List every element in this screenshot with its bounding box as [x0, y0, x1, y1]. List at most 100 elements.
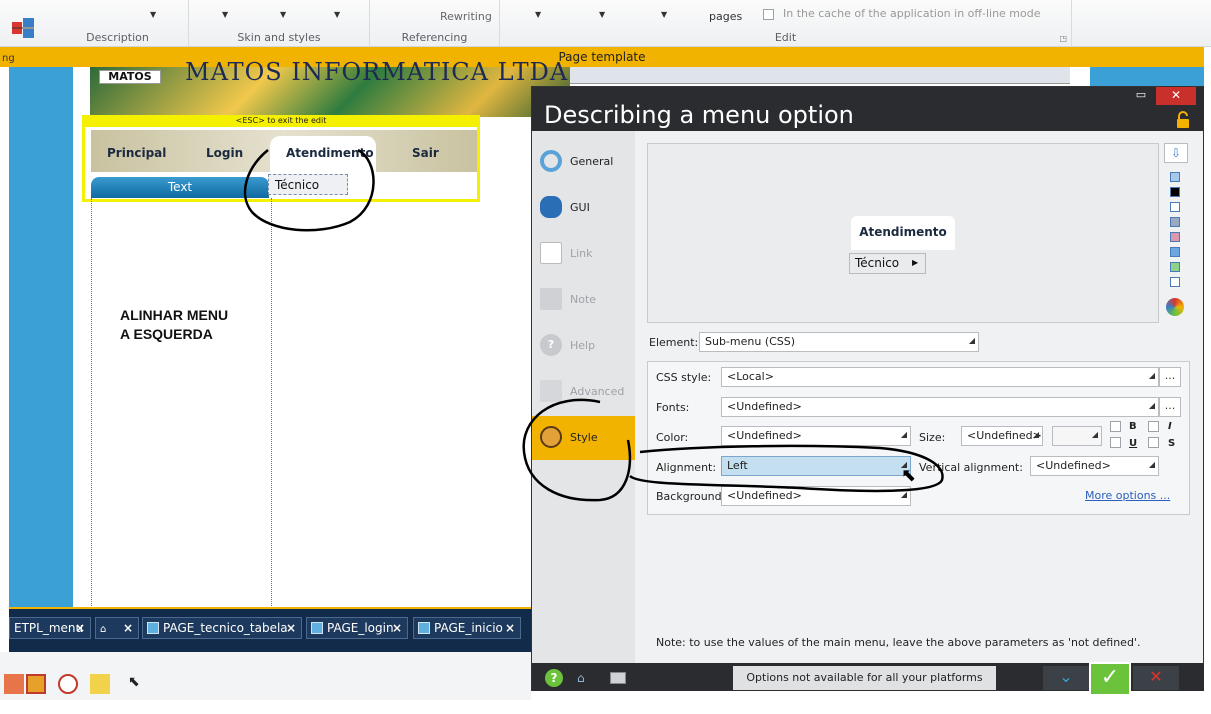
dropdown-arrow-icon[interactable]: ▼: [334, 10, 340, 19]
swatch-icon[interactable]: [1170, 247, 1180, 257]
ok-button[interactable]: ✓: [1089, 662, 1131, 696]
sidebar-item-advanced[interactable]: Advanced: [532, 370, 635, 414]
page-template-icon[interactable]: [10, 16, 36, 40]
swatch-icon[interactable]: [1170, 202, 1180, 212]
window-icon[interactable]: [610, 672, 626, 684]
css-style-label: CSS style:: [656, 371, 712, 384]
sidebar-item-gui[interactable]: GUI: [532, 186, 635, 230]
offline-label: In the cache of the application in off-l…: [783, 7, 1041, 20]
tab-label: PAGE_login: [327, 621, 394, 635]
pointer-icon[interactable]: ⬉: [128, 674, 148, 694]
vertical-alignment-value: <Undefined>: [1036, 459, 1111, 472]
banner-title: MATOS INFORMATICA LTDA: [185, 58, 569, 86]
sidebar-item-note[interactable]: Note: [532, 278, 635, 322]
ribbon-group-edit: ▼ ▼ ▼ pages In the cache of the applicat…: [500, 0, 1072, 47]
dropdown-arrow-icon: ◢: [1091, 430, 1098, 439]
cancel-button[interactable]: ✕: [1133, 666, 1179, 690]
link-icon: [540, 242, 562, 264]
linux-icon[interactable]: [58, 674, 78, 694]
swatch-icon[interactable]: [1170, 277, 1180, 287]
fonts-browse-button[interactable]: ...: [1159, 397, 1181, 417]
fonts-select[interactable]: <Undefined> ◢: [721, 397, 1159, 417]
italic-checkbox[interactable]: [1148, 421, 1159, 432]
dropdown-arrow-icon[interactable]: ▼: [599, 10, 605, 19]
mouse-cursor-icon: ⬉: [901, 465, 917, 486]
preview-menu-item: Atendimento: [851, 216, 955, 250]
maximize-icon[interactable]: ▭: [1126, 87, 1156, 105]
color-select[interactable]: <Undefined> ◢: [721, 426, 911, 446]
advanced-icon: [540, 380, 562, 402]
dropdown-arrow-icon[interactable]: ▼: [280, 10, 286, 19]
dropdown-arrow-icon[interactable]: ▼: [661, 10, 667, 19]
underline-checkbox[interactable]: [1110, 437, 1121, 448]
sidebar-item-style[interactable]: Style: [532, 416, 635, 460]
help-icon[interactable]: ?: [545, 669, 563, 687]
vertical-alignment-label: Vertical alignment:: [919, 461, 1023, 474]
ribbon-caption: Edit: [774, 31, 797, 44]
sidebar-item-general[interactable]: General: [532, 140, 635, 184]
rewriting-button[interactable]: Rewriting: [440, 10, 492, 23]
dialog-title: Describing a menu option: [544, 101, 854, 129]
tab-etpl-menu[interactable]: ETPL_menu ×: [9, 617, 91, 639]
strike-label: S: [1168, 438, 1176, 449]
platform-icon[interactable]: ⌂: [577, 671, 595, 685]
template-tool-icon[interactable]: [90, 674, 110, 694]
close-icon[interactable]: ×: [505, 618, 515, 638]
swatch-icon[interactable]: [1170, 217, 1180, 227]
download-icon[interactable]: ⇩: [1164, 143, 1188, 163]
tab-label: PAGE_tecnico_tabela: [163, 621, 288, 635]
swatch-icon[interactable]: [1170, 232, 1180, 242]
close-icon[interactable]: ×: [75, 618, 85, 638]
chevron-down-icon[interactable]: ⌄: [1043, 666, 1089, 690]
close-icon[interactable]: ✕: [1156, 87, 1196, 105]
element-select[interactable]: Sub-menu (CSS) ◢: [699, 332, 979, 352]
tab-label: PAGE_inicio: [434, 621, 503, 635]
dropdown-arrow-icon: ◢: [1148, 401, 1155, 410]
strike-checkbox[interactable]: [1148, 437, 1159, 448]
element-label: Element:: [649, 336, 699, 349]
tab-unnamed[interactable]: ⌂ ×: [95, 617, 139, 639]
bold-checkbox[interactable]: [1110, 421, 1121, 432]
offline-checkbox[interactable]: [763, 9, 774, 20]
palette-icon: [540, 426, 562, 448]
dropdown-arrow-icon[interactable]: ▼: [222, 10, 228, 19]
tab-page-login[interactable]: PAGE_login ×: [306, 617, 408, 639]
swatch-icon[interactable]: [1170, 262, 1180, 272]
css-style-select[interactable]: <Local> ◢: [721, 367, 1159, 387]
size-select[interactable]: <Undefined> ◢: [961, 426, 1043, 446]
image-tool-icon[interactable]: [26, 674, 46, 694]
color-wheel-icon[interactable]: [1166, 298, 1184, 316]
lock-icon[interactable]: [1174, 111, 1192, 129]
italic-label: I: [1168, 421, 1172, 432]
more-options-link[interactable]: More options ...: [1085, 489, 1170, 502]
close-icon[interactable]: ×: [123, 618, 133, 638]
page-icon: [147, 622, 159, 634]
pages-button[interactable]: pages: [709, 10, 742, 23]
dropdown-arrow-icon: ◢: [900, 430, 907, 439]
close-icon[interactable]: ×: [392, 618, 402, 638]
sidebar-item-link[interactable]: Link: [532, 232, 635, 276]
css-style-value: <Local>: [727, 370, 774, 383]
dropdown-arrow-icon[interactable]: ▼: [150, 10, 156, 19]
alignment-select[interactable]: Left ◢: [721, 456, 911, 476]
tab-label: ETPL_menu: [14, 621, 84, 635]
swatch-icon[interactable]: [1170, 187, 1180, 197]
tab-page-inicio[interactable]: PAGE_inicio ×: [413, 617, 521, 639]
tab-page-tecnico-tabela[interactable]: PAGE_tecnico_tabela ×: [142, 617, 302, 639]
sidebar-label: Help: [570, 339, 596, 352]
size-spin[interactable]: ◢: [1052, 426, 1102, 446]
background-select[interactable]: <Undefined> ◢: [721, 486, 911, 506]
dropdown-arrow-icon: ◢: [968, 336, 975, 345]
dropdown-arrow-icon: ◢: [900, 490, 907, 499]
dropdown-arrow-icon[interactable]: ▼: [535, 10, 541, 19]
dropdown-arrow-icon: ◢: [1148, 460, 1155, 469]
css-style-browse-button[interactable]: ...: [1159, 367, 1181, 387]
close-icon[interactable]: ×: [286, 618, 296, 638]
tool-icon[interactable]: [4, 674, 24, 694]
sidebar-item-help[interactable]: ? Help: [532, 324, 635, 368]
bottom-toolbar: [0, 652, 531, 700]
dialog-note: Note: to use the values of the main menu…: [656, 636, 1141, 649]
vertical-alignment-select[interactable]: <Undefined> ◢: [1030, 456, 1159, 476]
dialog-launcher-icon[interactable]: ◳: [1059, 34, 1067, 43]
swatch-icon[interactable]: [1170, 172, 1180, 182]
